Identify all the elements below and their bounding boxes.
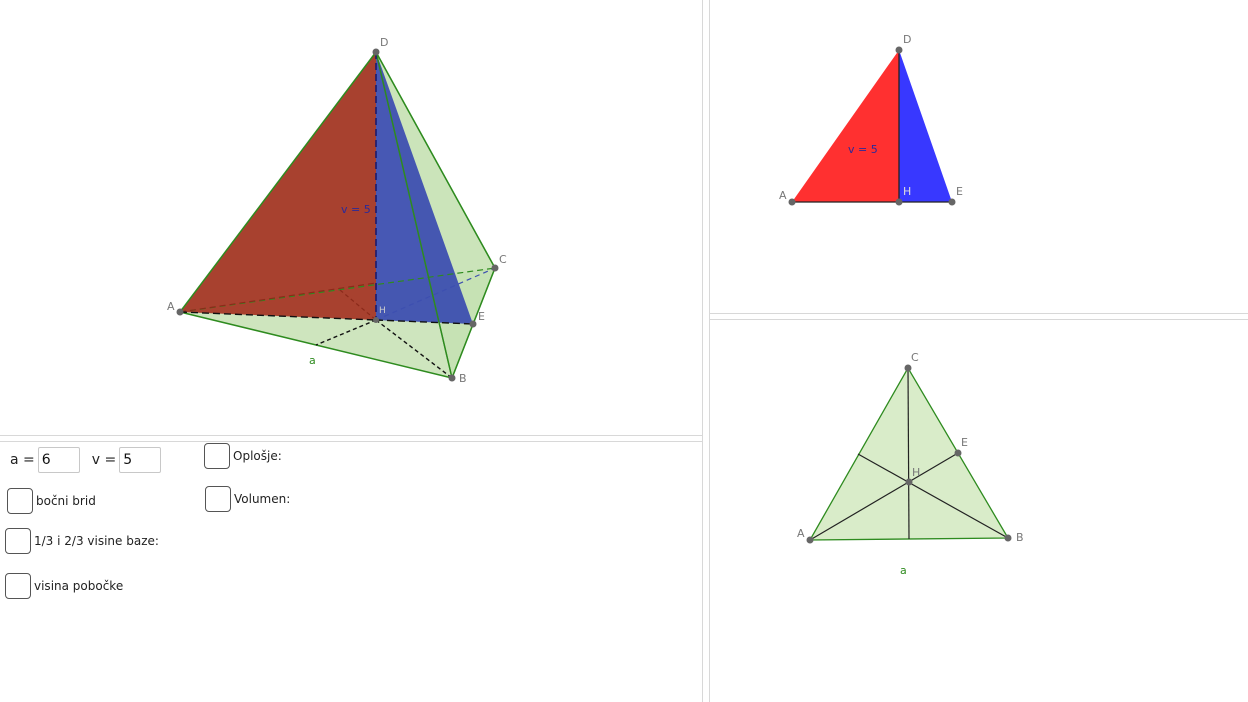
- base-triangle-diagram[interactable]: A B C E H a: [710, 320, 1248, 702]
- pyramid-3d-diagram[interactable]: A B C D E H v = 5 a: [0, 0, 702, 435]
- point-h[interactable]: [373, 317, 379, 323]
- control-panel: a = v = Oplošje: Volumen: bočni brid 1/3…: [0, 442, 702, 702]
- point-d[interactable]: [372, 48, 380, 56]
- base-label-a: A: [797, 527, 805, 540]
- checkbox-visina-baze[interactable]: [5, 528, 31, 554]
- side-red-triangle: [792, 50, 899, 202]
- a-input[interactable]: [37, 447, 80, 473]
- graphics-side-view[interactable]: A D H E v = 5: [710, 0, 1248, 313]
- base-label-c: C: [911, 351, 919, 364]
- point-a[interactable]: [176, 308, 184, 316]
- side-label-h: H: [903, 185, 911, 198]
- point-e[interactable]: [469, 320, 477, 328]
- side-triangle-diagram[interactable]: A D H E v = 5: [710, 0, 1248, 313]
- base-point-c[interactable]: [904, 364, 912, 372]
- checkbox-bocni-brid-row[interactable]: bočni brid: [7, 488, 96, 514]
- checkbox-volumen[interactable]: [205, 486, 231, 512]
- checkbox-oplosje-row[interactable]: Oplošje:: [204, 443, 282, 469]
- side-height-label: v = 5: [848, 143, 878, 156]
- side-blue-triangle: [899, 50, 952, 202]
- checkbox-bocni-brid-label: bočni brid: [36, 494, 96, 508]
- base-point-b[interactable]: [1004, 534, 1012, 542]
- checkbox-volumen-row[interactable]: Volumen:: [205, 486, 290, 512]
- base-label-h: H: [912, 466, 920, 479]
- base-point-h[interactable]: [905, 478, 913, 486]
- point-b[interactable]: [448, 374, 456, 382]
- checkbox-oplosje[interactable]: [204, 443, 230, 469]
- point-c[interactable]: [491, 264, 499, 272]
- label-b: B: [459, 372, 467, 385]
- checkbox-bocni-brid[interactable]: [7, 488, 33, 514]
- label-a: A: [167, 300, 175, 313]
- side-point-h[interactable]: [895, 198, 903, 206]
- side-label-a: A: [779, 189, 787, 202]
- label-c: C: [499, 253, 507, 266]
- checkbox-visina-pobocke-label: visina pobočke: [34, 579, 124, 593]
- horizontal-divider-right[interactable]: [710, 313, 1248, 320]
- edge-label-a: a: [309, 354, 316, 367]
- checkbox-visina-pobocke[interactable]: [5, 573, 31, 599]
- base-label-b: B: [1016, 531, 1024, 544]
- checkbox-visina-baze-label: 1/3 i 2/3 visine baze:: [34, 534, 159, 548]
- input-row: a = v =: [10, 447, 162, 473]
- side-label-e: E: [956, 185, 963, 198]
- graphics-3d-view[interactable]: A B C D E H v = 5 a: [0, 0, 702, 435]
- checkbox-oplosje-label: Oplošje:: [233, 449, 282, 463]
- checkbox-visina-baze-row[interactable]: 1/3 i 2/3 visine baze:: [5, 528, 159, 554]
- base-point-a[interactable]: [806, 536, 814, 544]
- label-h: H: [379, 306, 386, 316]
- checkbox-visina-pobocke-row[interactable]: visina pobočke: [5, 573, 123, 599]
- side-point-a[interactable]: [788, 198, 796, 206]
- checkbox-volumen-label: Volumen:: [234, 492, 291, 506]
- height-label: v = 5: [341, 203, 371, 216]
- vertical-divider[interactable]: [702, 0, 710, 702]
- base-point-e[interactable]: [954, 449, 962, 457]
- graphics-base-view[interactable]: A B C E H a: [710, 320, 1248, 702]
- side-point-d[interactable]: [895, 46, 903, 54]
- side-label-d: D: [903, 33, 911, 46]
- base-edge-label: a: [900, 564, 907, 577]
- v-input[interactable]: [119, 447, 162, 473]
- label-e: E: [478, 310, 485, 323]
- side-point-e[interactable]: [948, 198, 956, 206]
- v-label: v =: [91, 452, 117, 468]
- base-label-e: E: [961, 436, 968, 449]
- label-d: D: [380, 36, 388, 49]
- a-label: a =: [10, 452, 35, 468]
- horizontal-divider-left[interactable]: [0, 435, 702, 442]
